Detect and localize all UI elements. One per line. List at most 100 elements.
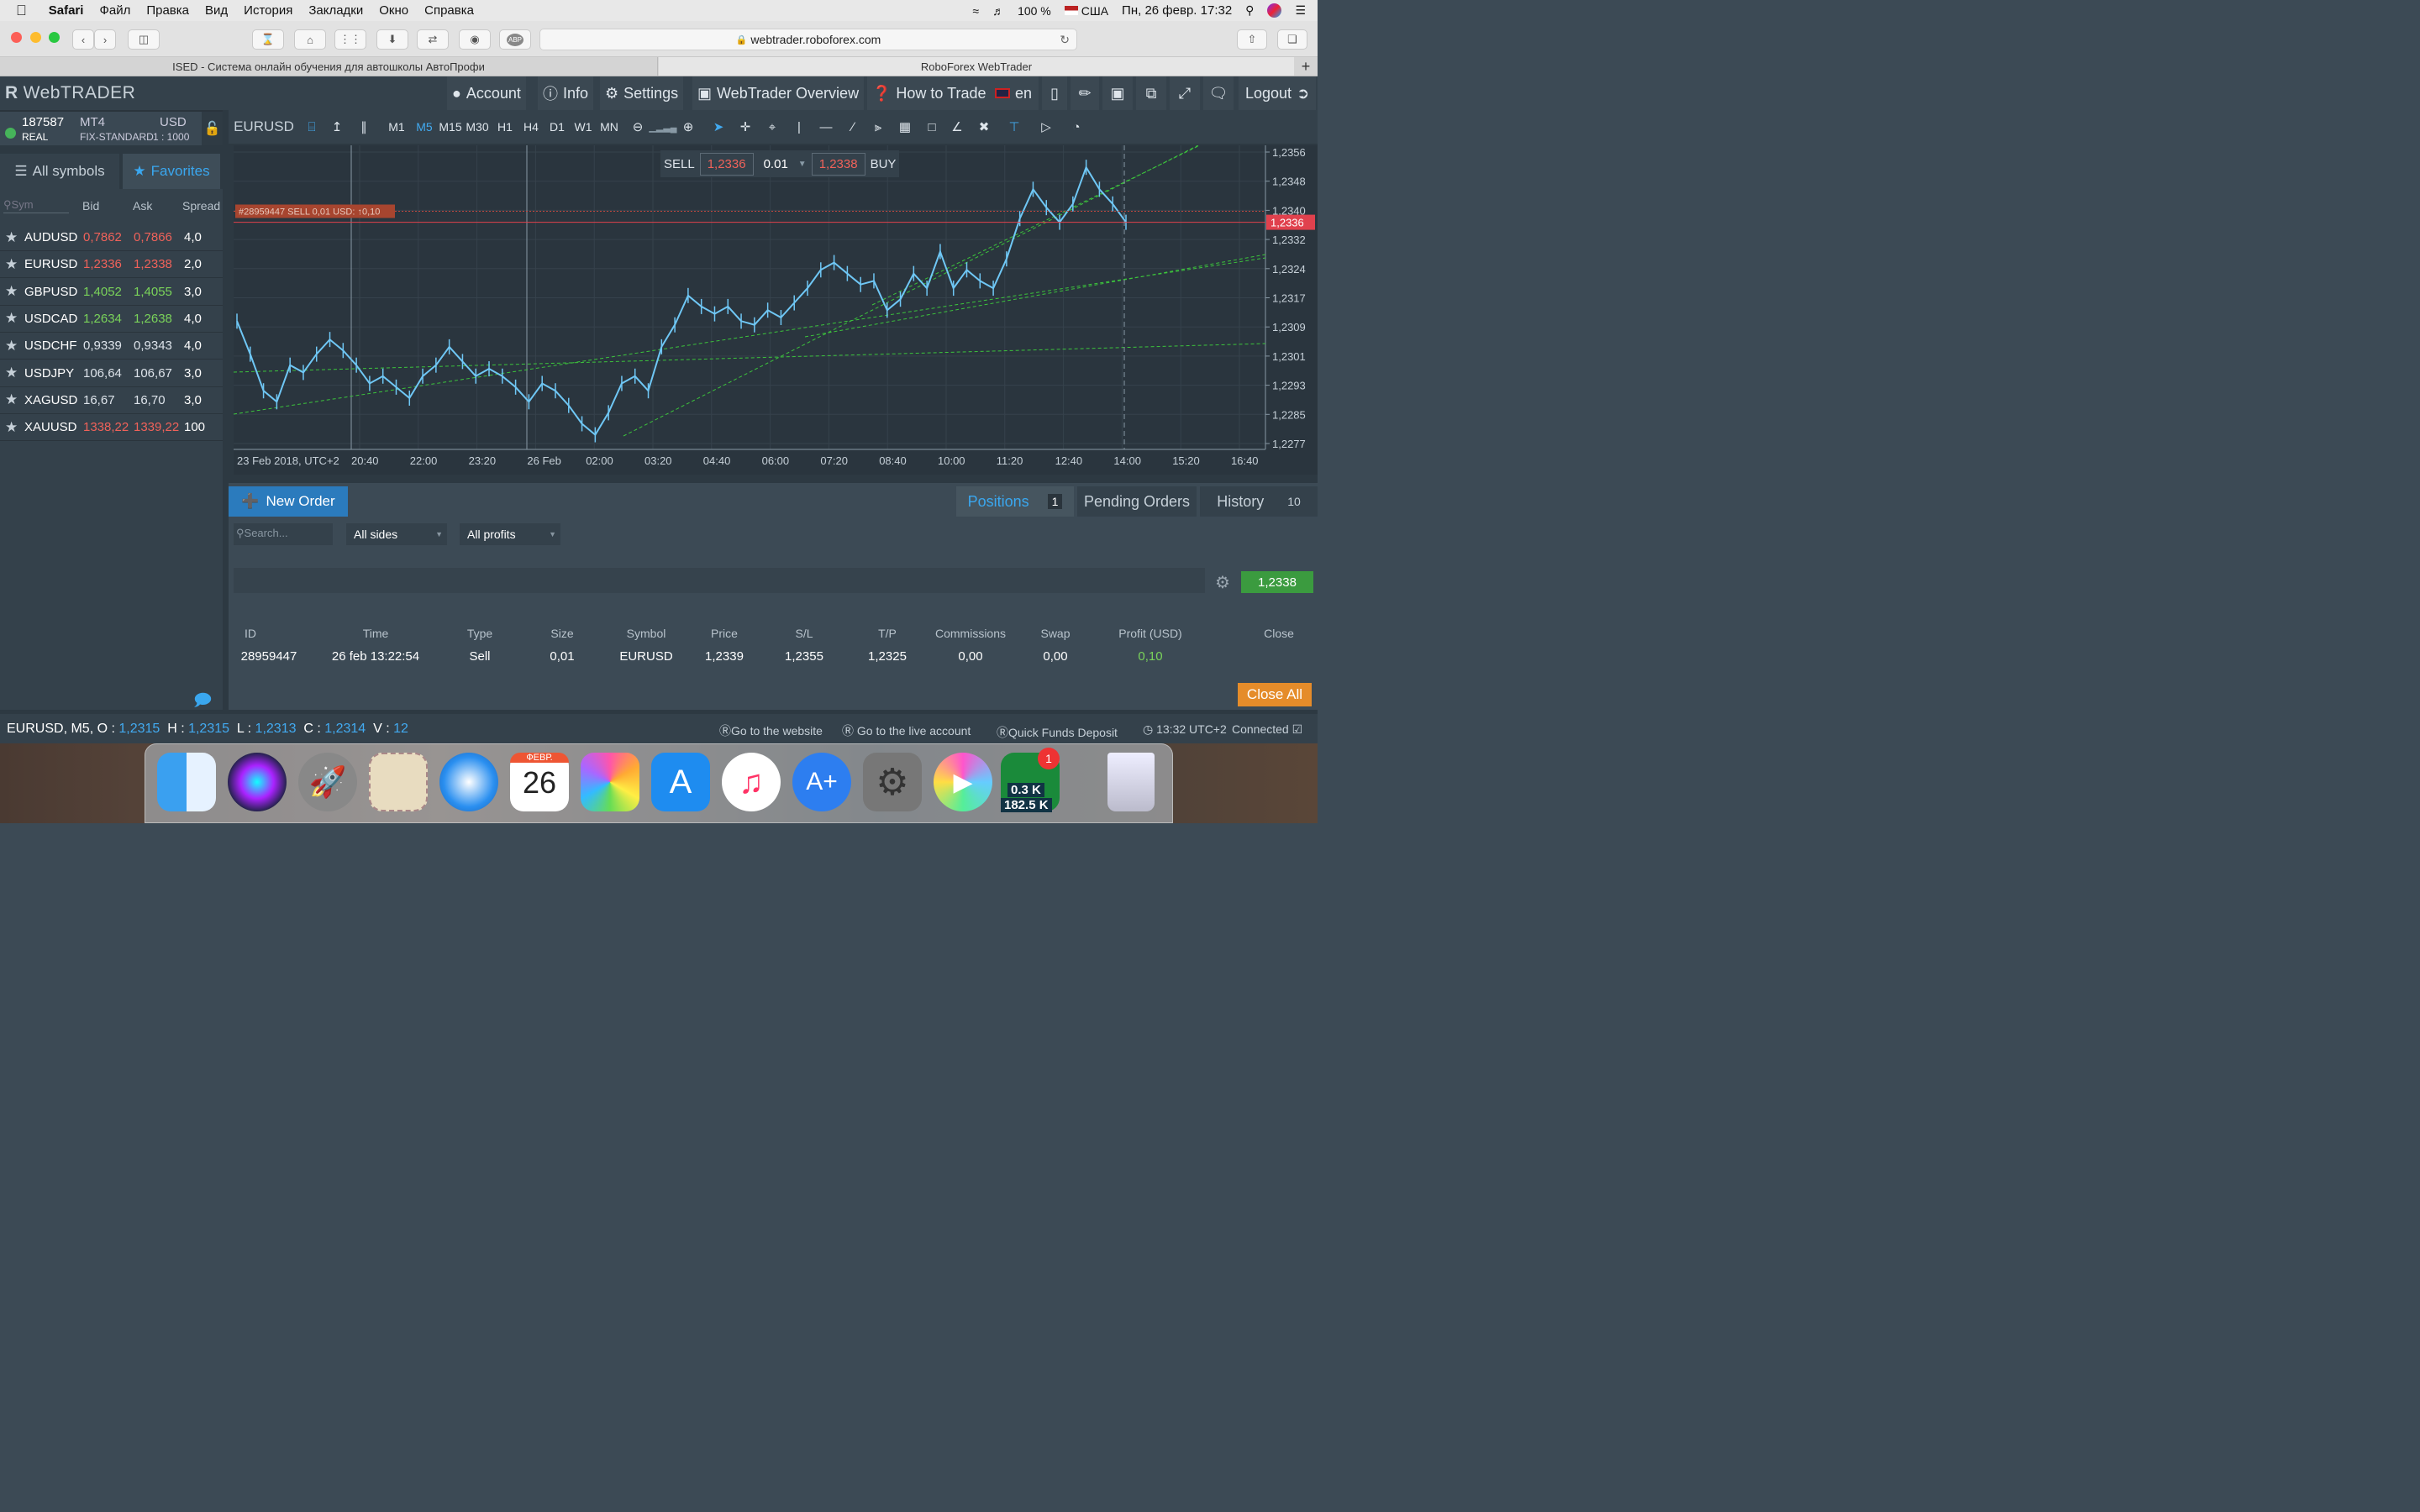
menu-bookmarks[interactable]: Закладки [308,3,363,18]
timeframe-mn[interactable]: MN [596,110,623,144]
sidebar-toggle-icon[interactable]: ◫ [128,29,160,50]
zoom-out-icon[interactable]: ⊖ [629,110,647,144]
price-chart[interactable]: 1,2356 1,2348 1,2340 1,2332 1,2324 1,2317 1,23… [233,144,1318,475]
battery-text[interactable]: 100 % [1018,4,1051,18]
itunes-icon[interactable]: ♫ [722,753,781,811]
column-t-p[interactable]: T/P [841,627,934,640]
apple-icon[interactable]:  [16,3,27,19]
column-swap[interactable]: Swap [1009,627,1102,640]
timeframe-m1[interactable]: M1 [385,110,408,144]
menu-window[interactable]: Окно [379,3,408,18]
siri-app-icon[interactable] [228,753,287,811]
finder-icon[interactable] [157,753,216,811]
symbol-row[interactable]: ★ GBPUSD 1,4052 1,4055 3,0 [0,279,223,306]
horizontal-line-icon[interactable]: — [815,110,837,144]
adblock-icon[interactable]: ABP [499,29,531,50]
buy-price-button[interactable]: 1,2338 [811,152,865,176]
mail-icon[interactable] [369,753,428,811]
nav-how-to-trade[interactable]: ❓ How to Trade [867,76,992,110]
calendar-icon[interactable]: ФЕВР. 26 [510,753,569,811]
clock-text[interactable]: Пн, 26 февр. 17:32 [1122,3,1232,18]
symbol-row[interactable]: ★ AUDUSD 0,7862 0,7866 4,0 [0,224,223,251]
fibonacci-icon[interactable]: ▦ [894,110,916,144]
header-bid[interactable]: Bid [82,189,99,223]
symbol-search[interactable]: ⚲Sym [3,189,69,223]
logo[interactable]: R WebTRADER [5,76,135,110]
menu-file[interactable]: Файл [99,3,130,18]
column-commissions[interactable]: Commissions [924,627,1017,640]
new-order-button[interactable]: ➕ New Order [229,486,348,517]
trash-icon[interactable] [1107,753,1155,811]
nav-overview[interactable]: ▣ WebTrader Overview [692,76,865,110]
star-icon[interactable]: ★ [5,256,18,273]
buy-label[interactable]: BUY [871,157,897,171]
star-icon[interactable]: ★ [5,338,18,354]
autoscroll-icon[interactable]: ⊤ [1003,110,1025,144]
locale-text[interactable]: США [1081,4,1108,18]
tab-positions[interactable]: Positions 1 [956,486,1074,517]
symbol-bid[interactable]: 1,2634 [83,312,122,326]
symbol-row[interactable]: ★ USDJPY 106,64 106,67 3,0 [0,360,223,387]
timeframe-m30[interactable]: M30 [462,110,492,144]
star-icon[interactable]: ★ [5,310,18,327]
tabs-overview-icon[interactable]: ❏ [1277,29,1307,50]
table-row[interactable] [234,568,1205,593]
symbol-bid[interactable]: 1,2336 [83,257,122,271]
wifi-icon[interactable]: ≈ [972,4,979,18]
close-position-button[interactable]: 1,2338 [1241,571,1313,593]
zoom-window-button[interactable] [49,32,60,43]
symbol-row[interactable]: ★ USDCHF 0,9339 0,9343 4,0 [0,333,223,360]
header-ask[interactable]: Ask [133,189,152,223]
symbol-bid[interactable]: 106,64 [83,366,122,381]
hourglass-icon[interactable]: ⌛ [252,29,284,50]
lot-size-input[interactable]: 0.01 [759,154,793,175]
symbol-row[interactable]: ★ EURUSD 1,2336 1,2338 2,0 [0,251,223,279]
minimize-window-button[interactable] [30,32,41,43]
mobile-icon[interactable]: ▯ [1042,76,1067,110]
symbol-ask[interactable]: 1339,22 [134,420,179,434]
close-all-button[interactable]: Close All [1238,683,1312,706]
timeframe-m5[interactable]: M5 [412,110,437,144]
new-tab-button[interactable]: + [1294,57,1318,76]
chat-icon[interactable]: 🗨 [1203,76,1234,110]
launchpad-icon[interactable]: 🚀 [298,753,357,811]
logout-button[interactable]: Logout ➲ [1239,76,1317,110]
measure-icon[interactable]: ⌖ [761,110,783,144]
symbol-ask[interactable]: 1,2338 [134,257,172,271]
symbol-row[interactable]: ★ XAUUSD 1338,22 1339,22 100 [0,414,223,442]
tab-favorites[interactable]: ★ Favorites [123,154,220,189]
close-window-button[interactable] [11,32,22,43]
column-id[interactable]: ID [204,627,297,640]
link-live-account[interactable]: Ⓡ Go to the live account [842,722,971,739]
delete-objects-icon[interactable]: ✖ [973,110,995,144]
menu-app-name[interactable]: Safari [49,3,84,18]
symbol-ask[interactable]: 106,67 [134,366,172,381]
unlock-icon[interactable]: 🔓 [202,112,223,145]
trend-line-icon[interactable]: ∕ [842,110,864,144]
timeframe-d1[interactable]: D1 [544,110,570,144]
menu-history[interactable]: История [244,3,292,18]
vertical-line-icon[interactable]: | [788,110,810,144]
column-close[interactable]: Close [1233,627,1325,640]
channel-icon[interactable]: ⫸ [867,110,889,144]
search-icon[interactable]: ⚲ [1245,3,1254,18]
menu-help[interactable]: Справка [424,3,474,18]
rectangle-icon[interactable]: □ [921,110,943,144]
browser-tab[interactable]: ISED - Система онлайн обучения для автош… [0,57,658,76]
timeframe-h4[interactable]: H4 [518,110,544,144]
address-bar[interactable]: 🔒 webtrader.roboforex.com ↻ [539,29,1077,50]
position-settings-icon[interactable]: ⚙ [1215,572,1230,593]
symbol-bid[interactable]: 16,67 [83,393,115,407]
column-s-l[interactable]: S/L [758,627,850,640]
fullscreen-icon[interactable]: ⤢ [1170,76,1200,110]
header-spread[interactable]: Spread [182,189,220,223]
timeframe-m15[interactable]: M15 [435,110,466,144]
symbol-bid[interactable]: 1338,22 [83,420,129,434]
volume-icon[interactable]: ♬ [992,4,1004,18]
nav-account[interactable]: ● Account [447,76,526,110]
infuse-player-icon[interactable]: ▶ [934,753,992,811]
symbol-row[interactable]: ★ XAGUSD 16,67 16,70 3,0 [0,387,223,414]
symbol-bid[interactable]: 0,9339 [83,339,122,353]
column-type[interactable]: Type [434,627,526,640]
browser-tab-active[interactable]: RoboForex WebTrader [659,57,1294,76]
